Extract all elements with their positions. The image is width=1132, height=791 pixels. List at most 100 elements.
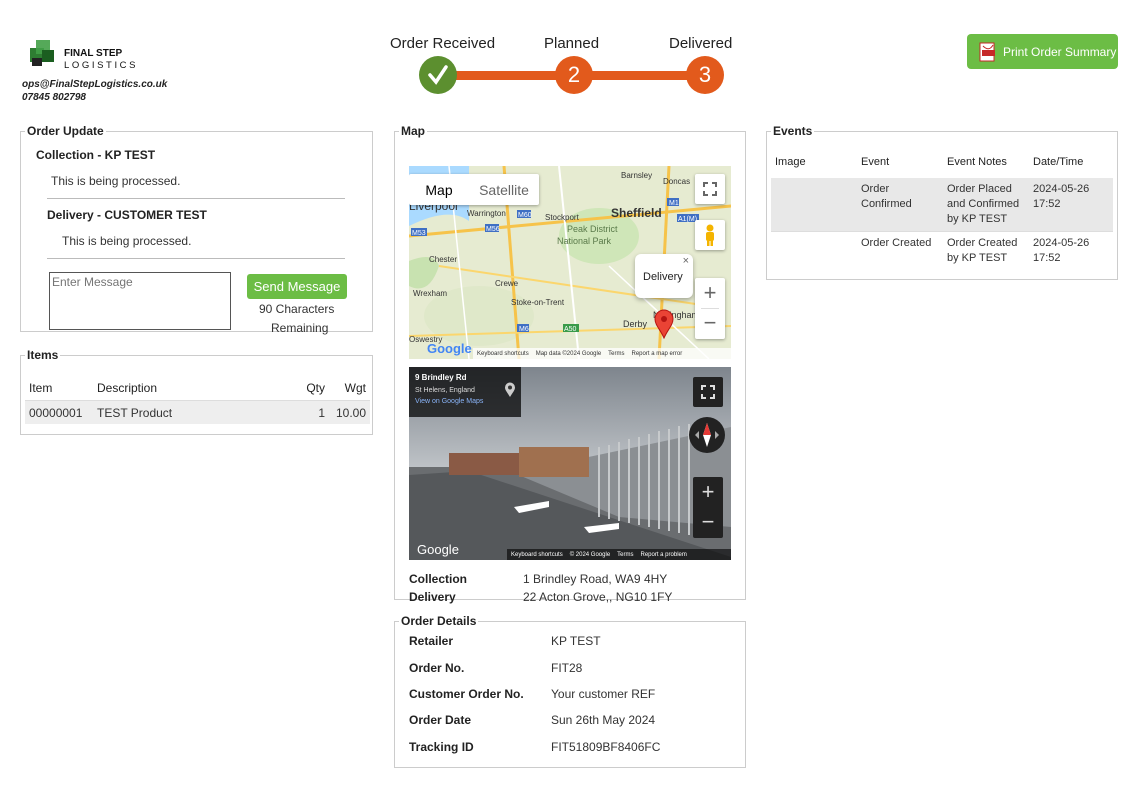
contact-email: ops@FinalStepLogistics.co.uk xyxy=(22,79,168,90)
delivery-marker-icon[interactable] xyxy=(654,309,674,339)
street-zoom-control: + − xyxy=(693,477,723,538)
map-panel: Map Liverpool Warrington Stockport Sheff… xyxy=(394,124,746,604)
map-place-label: Warrington xyxy=(467,209,506,218)
event-name: Order Confirmed xyxy=(857,178,943,232)
event-notes-line: and Confirmed xyxy=(947,198,1020,210)
street-footer-link[interactable]: Keyboard shortcuts xyxy=(511,552,563,558)
street-footer-link[interactable]: Terms xyxy=(617,552,633,558)
order-details-panel: Order Details Retailer KP TEST Order No.… xyxy=(394,614,746,768)
events-legend: Events xyxy=(773,124,813,138)
detail-label: Order Date xyxy=(409,713,472,727)
checkmark-icon xyxy=(428,65,448,85)
detail-label: Tracking ID xyxy=(409,740,474,754)
items-header-qty: Qty xyxy=(261,376,329,401)
table-row: Order Created Order Created by KP TEST 2… xyxy=(771,231,1113,270)
location-pin-icon xyxy=(505,382,515,397)
fullscreen-icon xyxy=(701,385,715,399)
map-place-label: Doncas xyxy=(663,177,690,186)
events-header-datetime: Date/Time xyxy=(1033,156,1084,168)
street-footer-link[interactable]: Report a problem xyxy=(641,552,687,558)
detail-value: FIT28 xyxy=(551,661,583,675)
tab-map[interactable]: Map xyxy=(409,174,469,205)
print-order-summary-label: Print Order Summary xyxy=(1003,44,1117,59)
map-place-label: Stockport xyxy=(545,213,580,222)
items-legend: Items xyxy=(27,348,59,362)
table-row: Order Confirmed Order Placed and Confirm… xyxy=(771,178,1113,232)
event-image xyxy=(771,178,857,232)
delivery-label: Delivery xyxy=(409,590,456,604)
event-date: 2024-05-26 xyxy=(1033,237,1090,249)
compass-button[interactable] xyxy=(689,417,725,453)
logo-name-line2: LOGISTICS xyxy=(64,60,139,71)
collection-title: Collection - KP TEST xyxy=(36,148,156,162)
view-on-google-maps-link[interactable]: View on Google Maps xyxy=(415,398,483,405)
events-header-notes: Event Notes xyxy=(947,156,1007,168)
company-logo: FINAL STEP LOGISTICS ops@FinalStepLogist… xyxy=(22,36,196,106)
step-label-planned: Planned xyxy=(544,35,600,52)
table-row: 00000001 TEST Product 1 10.00 xyxy=(25,400,370,424)
items-table: Item Description Qty Wgt 00000001 TEST P… xyxy=(25,376,370,424)
event-date: 2024-05-26 xyxy=(1033,183,1090,195)
event-datetime: 2024-05-26 17:52 xyxy=(1029,178,1113,232)
map-fullscreen-button[interactable] xyxy=(695,174,725,204)
street-fullscreen-button[interactable] xyxy=(693,377,723,407)
delivery-title: Delivery - CUSTOMER TEST xyxy=(47,208,207,222)
zoom-in-icon[interactable]: + xyxy=(693,477,723,507)
step-1-complete xyxy=(419,56,457,94)
map-place-label: Wrexham xyxy=(413,289,447,298)
map-road-badge: M6 xyxy=(519,326,529,333)
items-panel: Items Item Description Qty Wgt 00000001 … xyxy=(20,348,373,435)
divider xyxy=(47,258,345,259)
map-footer-link[interactable]: Report a map error xyxy=(632,351,683,357)
events-header-event: Event xyxy=(861,156,890,168)
google-logo: Google xyxy=(427,341,472,356)
tab-satellite[interactable]: Satellite xyxy=(469,174,539,205)
street-footer-text: © 2024 Google xyxy=(569,551,611,558)
order-details-legend: Order Details xyxy=(401,614,477,628)
street-view-pegman-button[interactable] xyxy=(695,220,725,250)
map-road-badge: A50 xyxy=(564,326,577,333)
chars-remaining-label: Remaining xyxy=(271,321,329,335)
map-place-label: Crewe xyxy=(495,279,519,288)
print-order-summary-button[interactable]: Print Order Summary xyxy=(967,34,1118,69)
map-footer-text: Map data ©2024 Google xyxy=(535,350,602,357)
zoom-in-icon[interactable]: + xyxy=(695,278,725,308)
pdf-icon xyxy=(979,42,997,62)
event-notes: Order Created by KP TEST xyxy=(943,231,1029,270)
map-place-label: Chester xyxy=(429,255,457,264)
step-3-circle: 3 xyxy=(686,56,724,94)
event-image xyxy=(771,231,857,270)
zoom-out-icon[interactable]: − xyxy=(693,508,723,538)
map-footer-link[interactable]: Keyboard shortcuts xyxy=(477,351,529,357)
collection-status: This is being processed. xyxy=(51,174,181,188)
map-footer-link[interactable]: Terms xyxy=(608,351,624,357)
chars-remaining-count: 90 Characters xyxy=(259,302,335,316)
events-table: Image Event Event Notes Date/Time Order … xyxy=(771,152,1113,270)
zoom-out-icon[interactable]: − xyxy=(695,309,725,339)
street-address-title: 9 Brindley Rd xyxy=(415,373,467,382)
street-view[interactable]: 9 Brindley Rd St Helens, England View on… xyxy=(409,367,731,560)
map-road-badge: M60 xyxy=(518,212,532,219)
map-legend: Map xyxy=(401,124,425,138)
events-header-image: Image xyxy=(775,156,806,168)
message-input[interactable] xyxy=(49,272,231,330)
map-place-label: Peak District xyxy=(567,224,618,234)
map-place-label: National Park xyxy=(557,236,612,246)
items-header-item: Item xyxy=(25,376,93,401)
send-message-button[interactable]: Send Message xyxy=(247,274,347,299)
event-time: 17:52 xyxy=(1033,252,1061,264)
road-map[interactable]: Liverpool Warrington Stockport Sheffield… xyxy=(409,166,731,359)
delivery-status: This is being processed. xyxy=(62,234,192,248)
street-footer: Keyboard shortcuts © 2024 Google Terms R… xyxy=(507,549,731,560)
detail-label: Customer Order No. xyxy=(409,687,524,701)
event-datetime: 2024-05-26 17:52 xyxy=(1029,231,1113,270)
order-update-panel: Order Update Collection - KP TEST This i… xyxy=(20,124,373,335)
logo-mark-icon xyxy=(30,40,54,66)
items-header-wgt: Wgt xyxy=(329,376,370,401)
popup-label: Delivery xyxy=(643,271,683,283)
popup-close-icon[interactable]: × xyxy=(683,255,689,267)
map-place-label: Barnsley xyxy=(621,171,652,180)
compass-icon xyxy=(695,423,719,447)
pegman-icon xyxy=(706,224,714,246)
event-notes: Order Placed and Confirmed by KP TEST xyxy=(943,178,1029,232)
